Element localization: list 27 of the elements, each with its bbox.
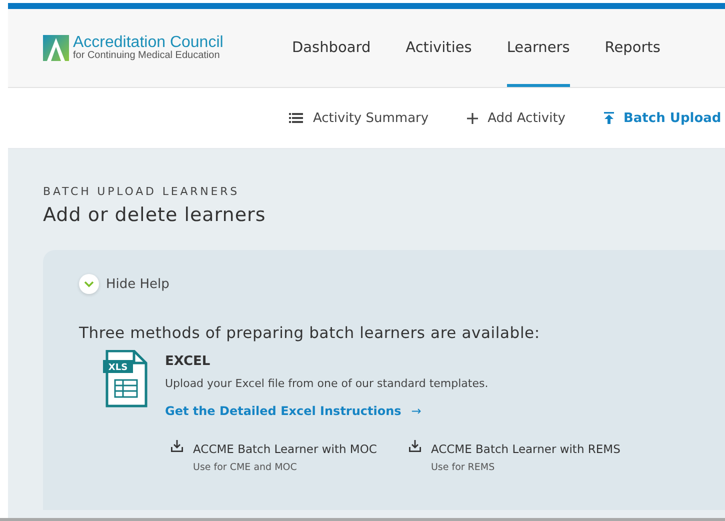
template-download-link[interactable]: ACCME Batch Learner with MOC <box>193 442 377 456</box>
nav-tab[interactable]: Activities <box>406 9 490 87</box>
section-eyebrow: BATCH UPLOAD LEARNERS <box>43 185 241 198</box>
template-note: Use for CME and MOC <box>193 462 298 473</box>
logo-name: Accreditation Council <box>73 35 224 51</box>
logo-icon <box>43 35 69 61</box>
nav-tab[interactable]: Dashboard <box>292 9 389 87</box>
download-icon <box>408 440 421 452</box>
page-title: Add or delete learners <box>43 204 267 226</box>
subnav-link[interactable]: Batch Upload <box>604 110 722 126</box>
nav-tab[interactable]: Reports <box>604 9 678 87</box>
subnav-link[interactable]: Activity Summary <box>289 110 429 126</box>
plus-icon <box>466 112 478 124</box>
help-intro: Three methods of preparing batch learners are available: <box>79 324 541 342</box>
download-icon <box>171 440 183 452</box>
hide-help-toggle[interactable]: Hide Help <box>79 274 170 294</box>
method-description: Upload your Excel file from one of our standard templates. <box>165 377 490 390</box>
template-note: Use for REMS <box>430 462 496 473</box>
chevron-icon <box>79 274 99 294</box>
template-download-link[interactable]: ACCME Batch Learner with REMS <box>430 442 620 456</box>
list-icon <box>289 113 303 123</box>
subnav-link[interactable]: Add Activity <box>466 110 566 126</box>
logo-tagline: for Continuing Medical Education <box>73 51 221 61</box>
method-title: EXCEL <box>165 354 212 369</box>
nav-tab[interactable]: Learners <box>506 9 570 87</box>
upload-icon <box>604 112 614 124</box>
spreadsheet-file-icon: XLS <box>103 350 149 408</box>
